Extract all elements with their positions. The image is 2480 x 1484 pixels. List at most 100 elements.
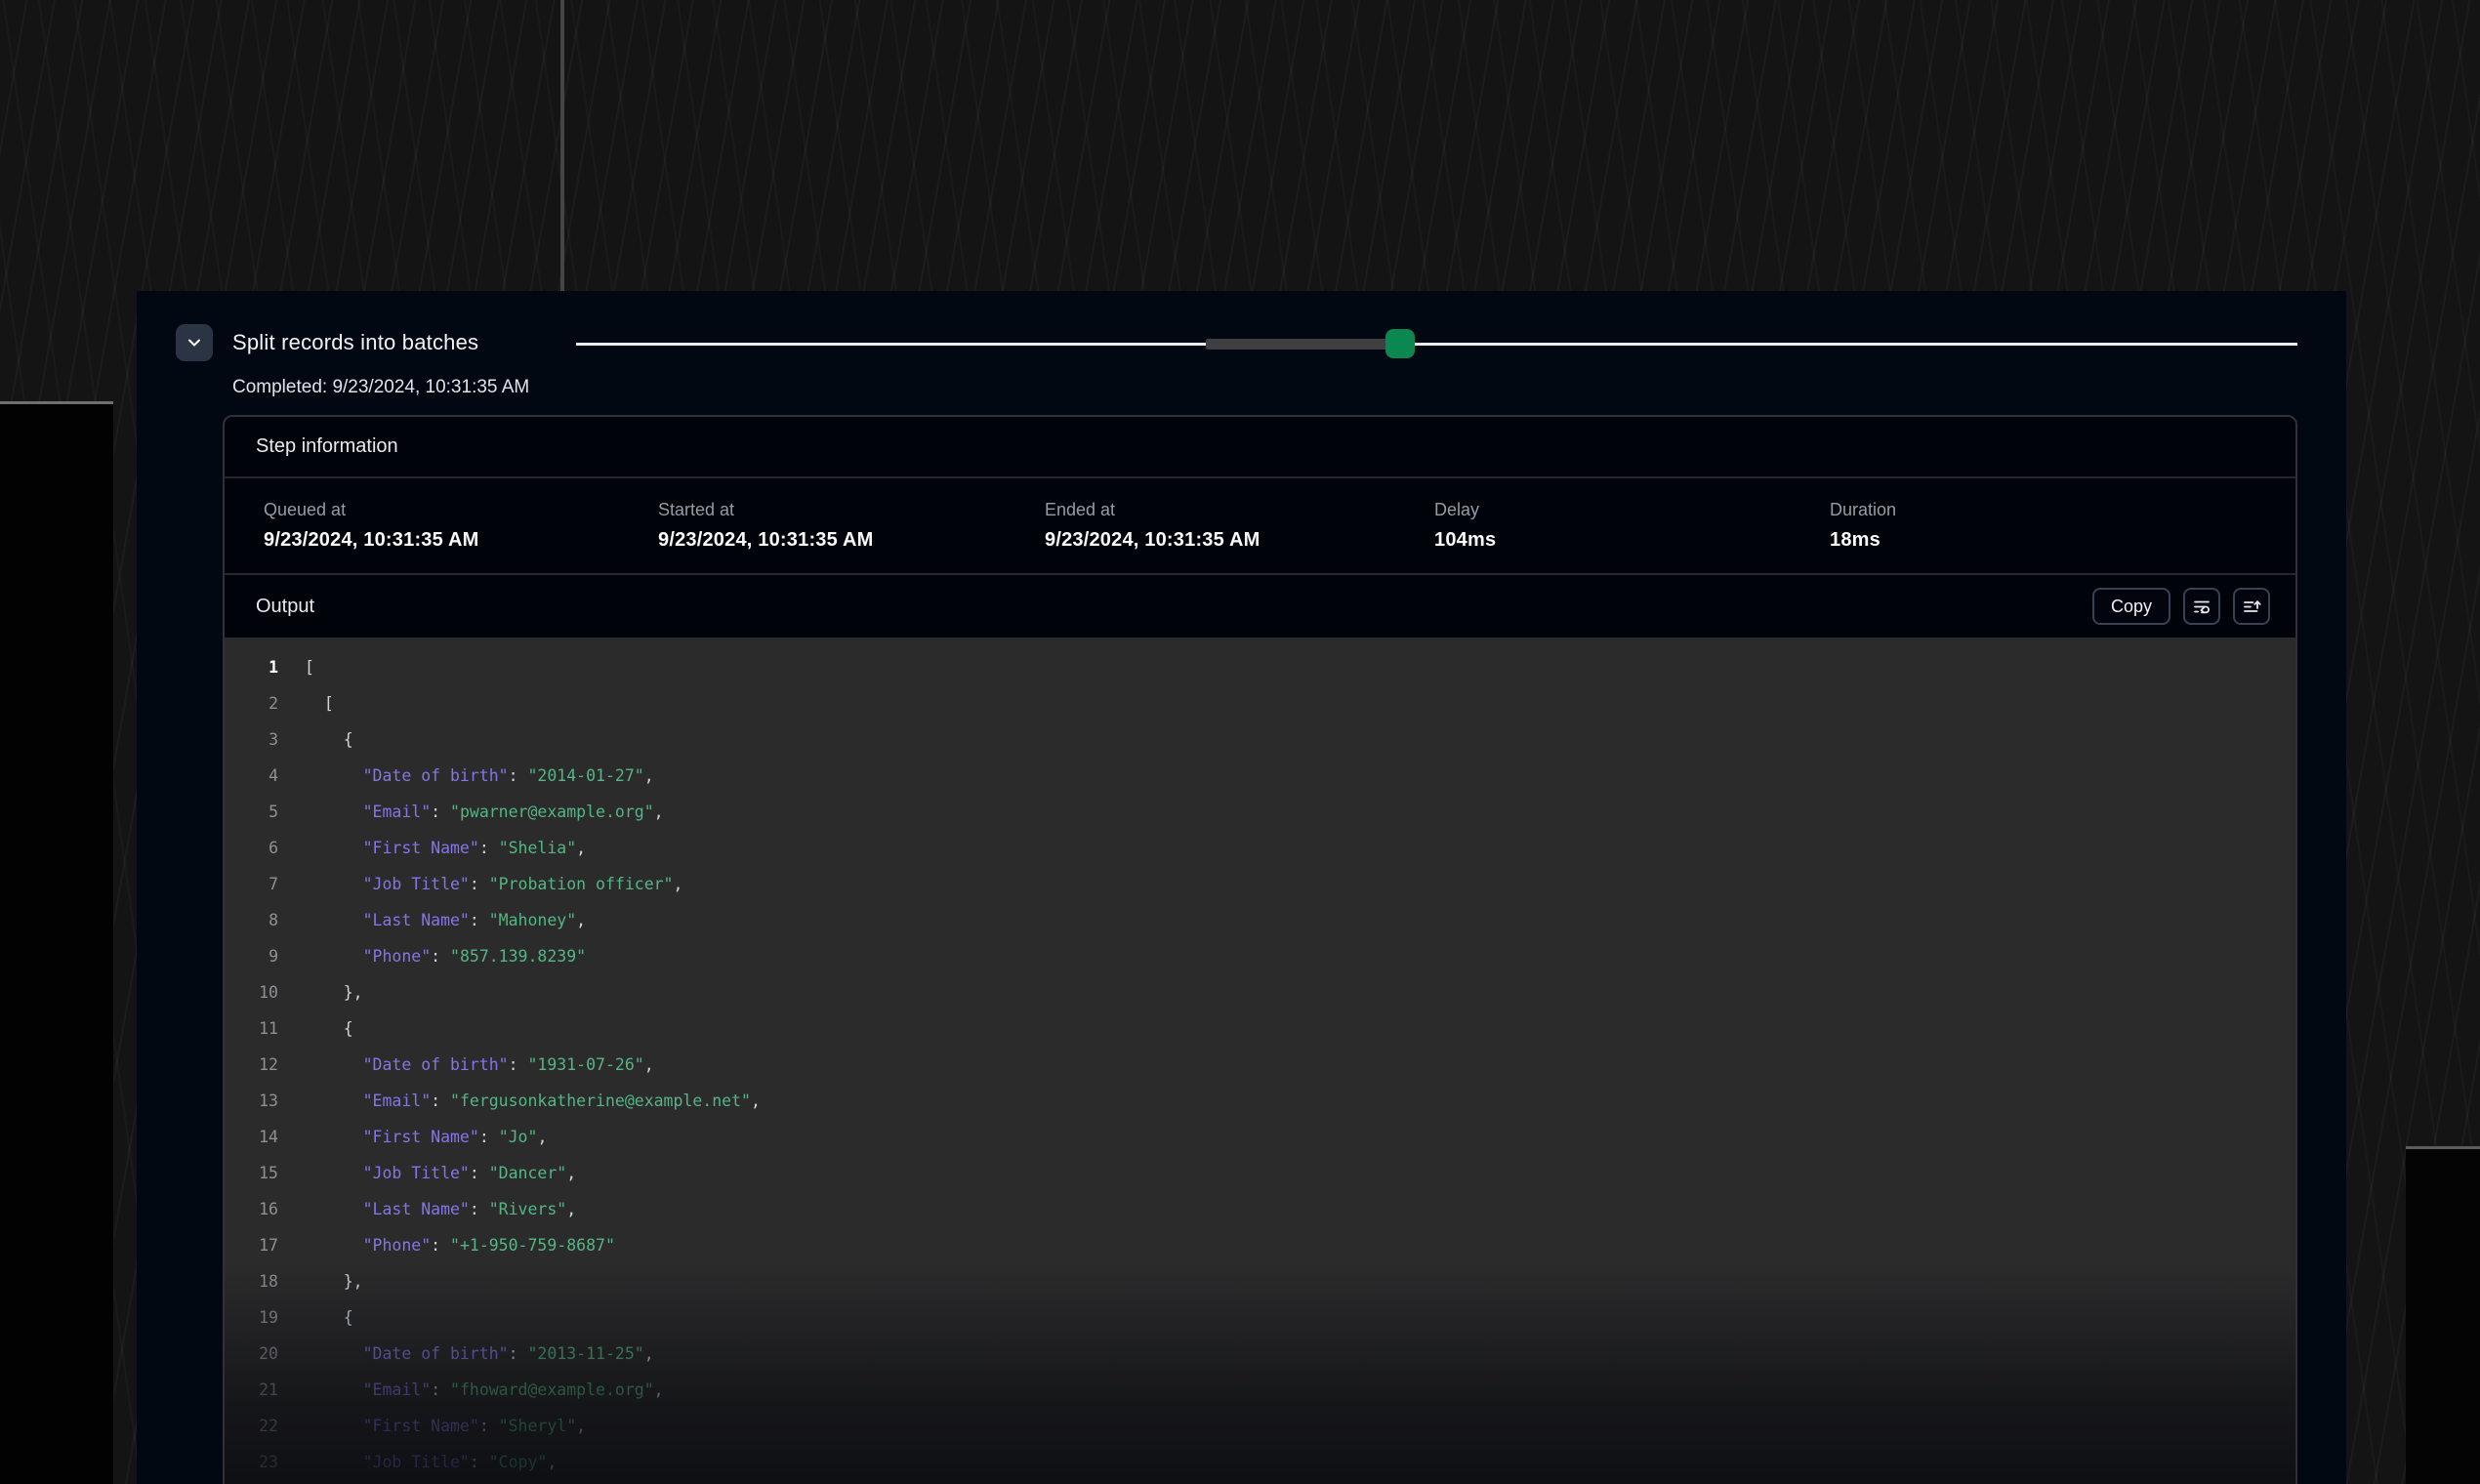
meta-field: Delay 104ms [1434,500,1830,552]
line-number: 2 [225,694,278,713]
code-line: 9"Phone": "857.139.8239" [225,938,2295,974]
background-black-region-left [0,404,113,1484]
chevron-down-icon [186,335,202,350]
meta-field-value: 104ms [1434,529,1830,552]
meta-field: Duration 18ms [1830,500,2295,552]
code-line-text: "Phone": "857.139.8239" [305,947,586,966]
step-meta-row: Queued at9/23/2024, 10:31:35 AMStarted a… [225,478,2295,575]
code-line-text: "Email": "pwarner@example.org", [305,803,664,821]
meta-field-value: 18ms [1830,529,2295,552]
line-number: 11 [225,1019,278,1038]
line-number: 3 [225,730,278,749]
meta-field-label: Duration [1830,500,2295,520]
code-line-text: "Phone": "+1-950-759-8687" [305,1236,615,1255]
step-detail-panel: Split records into batches Completed: 9/… [137,291,2346,1484]
line-number: 16 [225,1200,278,1218]
line-number: 1 [225,658,278,677]
line-number: 23 [225,1453,278,1471]
meta-field-label: Queued at [264,500,658,520]
code-line-text: [ [305,658,314,677]
line-number: 20 [225,1344,278,1363]
step-title: Split records into batches [232,330,478,355]
meta-field: Queued at 9/23/2024, 10:31:35 AM [264,500,658,552]
line-number: 10 [225,983,278,1002]
line-number: 18 [225,1272,278,1291]
code-line-text: "Date of birth": "1931-07-26", [305,1055,654,1074]
output-code-viewer[interactable]: 1[2[3{4"Date of birth": "2014-01-27",5"E… [225,638,2295,1484]
line-number: 15 [225,1164,278,1182]
code-lines: 1[2[3{4"Date of birth": "2014-01-27",5"E… [225,649,2295,1480]
meta-field-value: 9/23/2024, 10:31:35 AM [658,529,1045,552]
scroll-to-top-icon [2242,597,2261,616]
meta-field-label: Ended at [1045,500,1434,520]
code-line: 18}, [225,1263,2295,1299]
code-line-text: [ [305,694,334,713]
code-line-text: { [305,730,353,749]
line-number: 8 [225,911,278,929]
line-number: 6 [225,839,278,857]
meta-field-value: 9/23/2024, 10:31:35 AM [264,529,658,552]
code-line-text: "Date of birth": "2013-11-25", [305,1344,654,1363]
meta-field: Started at9/23/2024, 10:31:35 AM [658,500,1045,552]
code-line-text: "First Name": "Jo", [305,1128,547,1146]
code-line: 3{ [225,721,2295,758]
output-actions: Copy [2092,588,2270,625]
code-line-text: { [305,1308,353,1327]
code-line: 15 "Job Title": "Dancer", [225,1155,2295,1191]
step-information-title: Step information [256,435,398,458]
code-line: 4"Date of birth": "2014-01-27", [225,758,2295,794]
step-timeline [576,330,2297,357]
step-information-header: Step information [225,417,2295,478]
line-number: 19 [225,1308,278,1327]
code-line: 21 "Email": "fhoward@example.org", [225,1372,2295,1408]
code-line: 7 "Job Title": "Probation officer", [225,866,2295,902]
code-line-text: "Job Title": "Dancer", [305,1164,576,1182]
output-toolbar: Output Copy [225,575,2295,638]
line-number: 12 [225,1055,278,1074]
timeline-base-line [576,343,2297,346]
code-line-text: "Last Name": "Mahoney", [305,911,586,929]
code-line-text: "Email": "fhoward@example.org", [305,1381,664,1399]
line-number: 7 [225,875,278,893]
code-line: 16 "Last Name": "Rivers", [225,1191,2295,1227]
step-information-card: Step information Queued at9/23/2024, 10:… [223,415,2297,1484]
line-number: 13 [225,1092,278,1110]
code-line: 17 "Phone": "+1-950-759-8687" [225,1227,2295,1263]
line-number: 22 [225,1417,278,1435]
line-number: 17 [225,1236,278,1255]
line-number: 4 [225,766,278,785]
code-line-text: { [305,1019,353,1038]
code-line-text: "Last Name": "Rivers", [305,1200,576,1218]
code-line-text: "Job Title": "Copy", [305,1453,557,1471]
collapse-step-button[interactable] [176,324,213,361]
code-line-text: "First Name": "Sheryl", [305,1417,586,1435]
copy-output-button[interactable]: Copy [2092,588,2170,625]
meta-field: Ended at 9/23/2024, 10:31:35 AM [1045,500,1434,552]
output-title: Output [256,596,314,618]
code-line: 2[ [225,685,2295,721]
code-line: 20 "Date of birth": "2013-11-25", [225,1336,2295,1372]
code-line-text: "First Name": "Shelia", [305,839,586,857]
wrap-text-icon [2192,597,2211,616]
code-line: 19 { [225,1299,2295,1336]
code-line-text: "Job Title": "Probation officer", [305,875,682,893]
line-number: 14 [225,1128,278,1146]
code-line: 12 "Date of birth": "1931-07-26", [225,1047,2295,1083]
code-line: 22 "First Name": "Sheryl", [225,1408,2295,1444]
line-number: 21 [225,1381,278,1399]
code-line: 5 "Email": "pwarner@example.org", [225,794,2295,830]
code-line: 23 "Job Title": "Copy", [225,1444,2295,1480]
meta-field-label: Delay [1434,500,1830,520]
wrap-text-button[interactable] [2183,588,2220,625]
code-line-text: "Email": "fergusonkatherine@example.net"… [305,1092,761,1110]
code-line: 14 "First Name": "Jo", [225,1119,2295,1155]
scroll-to-top-button[interactable] [2233,588,2270,625]
code-line-text: }, [305,983,363,1002]
meta-field-value: 9/23/2024, 10:31:35 AM [1045,529,1434,552]
code-line: 6 "First Name": "Shelia", [225,830,2295,866]
code-line: 1[ [225,649,2295,685]
code-line: 13 "Email": "fergusonkatherine@example.ne… [225,1083,2295,1119]
line-number: 5 [225,803,278,821]
background-vertical-line [560,0,564,293]
background-black-region-right [2406,1149,2480,1484]
